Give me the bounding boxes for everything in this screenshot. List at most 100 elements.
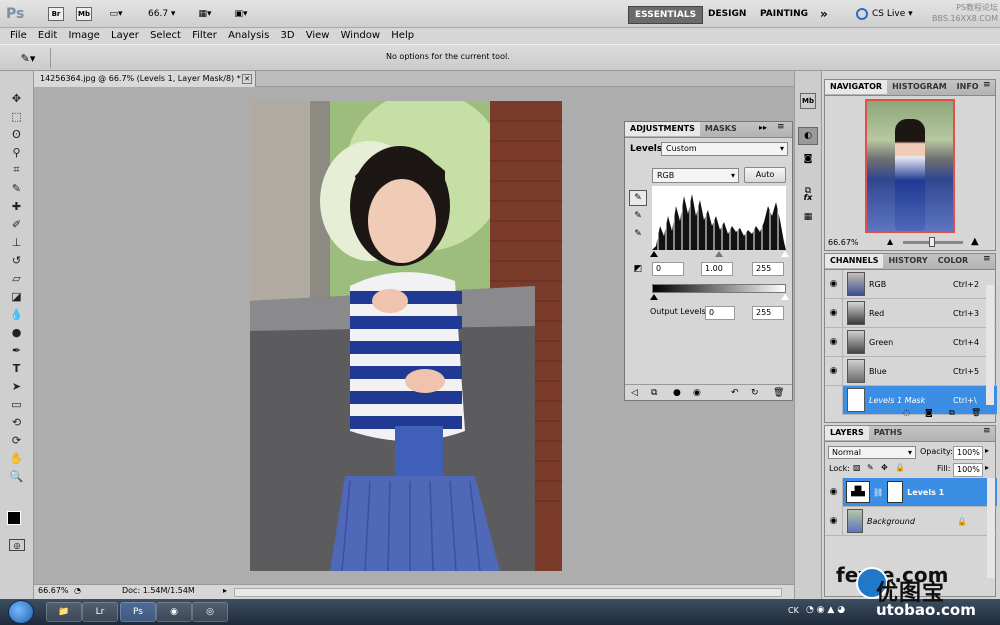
- tray-language[interactable]: CK: [788, 606, 799, 615]
- close-icon[interactable]: ✕: [242, 74, 252, 84]
- output-white-field[interactable]: 255: [752, 306, 784, 320]
- clipping-warning-icon[interactable]: ◩: [629, 262, 647, 276]
- channel-row[interactable]: ◉ RGB Ctrl+2: [825, 269, 997, 299]
- lock-position-icon[interactable]: ✥: [881, 463, 888, 472]
- taskbar-explorer-button[interactable]: 📁: [46, 602, 82, 622]
- tab-history[interactable]: HISTORY: [883, 254, 932, 268]
- eraser-tool-icon[interactable]: ▱: [4, 269, 30, 287]
- effects-panel-icon[interactable]: fx: [800, 189, 816, 205]
- workspace-essentials-button[interactable]: ESSENTIALS: [628, 6, 704, 24]
- collapse-icon[interactable]: ▸▸: [759, 123, 767, 132]
- start-button[interactable]: [8, 600, 34, 624]
- lock-all-icon[interactable]: 🔒: [895, 463, 905, 472]
- navigator-zoom-slider-handle[interactable]: [929, 237, 935, 247]
- taskbar-app-button[interactable]: ◉: [156, 602, 192, 622]
- document-tab[interactable]: 14256364.jpg @ 66.7% (Levels 1, Layer Ma…: [34, 71, 256, 87]
- minibridge-panel-icon[interactable]: Mb: [800, 93, 816, 109]
- 3d-orbit-tool-icon[interactable]: ⟳: [4, 431, 30, 449]
- status-menu-arrow-icon[interactable]: ▸: [223, 586, 227, 595]
- document-image[interactable]: [250, 101, 562, 571]
- tab-info[interactable]: INFO: [952, 80, 984, 94]
- quick-selection-tool-icon[interactable]: ⚲: [4, 143, 30, 161]
- taskbar-browser-button[interactable]: ◎: [192, 602, 228, 622]
- lasso-tool-icon[interactable]: ʘ: [4, 125, 30, 143]
- eyedropper-tool-icon[interactable]: ✎: [4, 179, 30, 197]
- more-workspaces-button[interactable]: »: [814, 6, 834, 22]
- black-point-eyedropper-icon[interactable]: ✎: [629, 190, 647, 206]
- visibility-icon[interactable]: ◉: [693, 385, 701, 401]
- tab-adjustments[interactable]: ADJUSTMENTS: [625, 122, 700, 136]
- zoom-out-icon[interactable]: ▲: [887, 237, 893, 246]
- menu-window[interactable]: Window: [337, 28, 384, 44]
- input-gamma-field[interactable]: 1.00: [701, 262, 733, 276]
- menu-3d[interactable]: 3D: [276, 28, 298, 44]
- hand-tool-icon[interactable]: ✋: [4, 449, 30, 467]
- workspace-painting-button[interactable]: PAINTING: [754, 6, 814, 22]
- swatches-panel-icon[interactable]: ▦: [800, 209, 816, 225]
- eye-icon[interactable]: ◉: [825, 477, 843, 507]
- channel-dropdown[interactable]: RGB ▾: [652, 168, 739, 183]
- panel-menu-icon[interactable]: ≡: [983, 254, 991, 264]
- preset-dropdown[interactable]: Custom ▾: [661, 142, 788, 156]
- reset-icon[interactable]: ↻: [751, 385, 759, 401]
- blend-mode-dropdown[interactable]: Normal ▾: [828, 446, 916, 459]
- input-gamma-slider[interactable]: [715, 251, 723, 257]
- output-black-field[interactable]: 0: [705, 306, 735, 320]
- channel-row[interactable]: ◉ Red Ctrl+3: [825, 298, 997, 328]
- chevron-right-icon[interactable]: ▸: [985, 463, 989, 472]
- trash-icon[interactable]: 🗑: [773, 385, 784, 401]
- status-zoom[interactable]: 66.67%: [38, 586, 69, 595]
- layer-row-selected[interactable]: ◉ ▟▙ ⛓ Levels 1: [825, 477, 997, 507]
- layers-scrollbar[interactable]: [987, 478, 995, 578]
- view-previous-icon[interactable]: ↶: [731, 385, 739, 401]
- white-point-eyedropper-icon[interactable]: ✎: [629, 226, 647, 242]
- lock-pixels-icon[interactable]: ✎: [867, 463, 874, 472]
- move-tool-icon[interactable]: ✥: [4, 89, 30, 107]
- zoom-level-dropdown[interactable]: 66.7 ▾: [148, 7, 182, 21]
- chevron-right-icon[interactable]: ▸: [985, 446, 989, 455]
- gray-point-eyedropper-icon[interactable]: ✎: [629, 208, 647, 224]
- eye-icon[interactable]: ◉: [825, 269, 843, 299]
- history-brush-tool-icon[interactable]: ↺: [4, 251, 30, 269]
- menu-help[interactable]: Help: [387, 28, 418, 44]
- eye-icon[interactable]: ◉: [825, 356, 843, 386]
- lock-transparent-icon[interactable]: ▨: [853, 463, 861, 472]
- auto-button[interactable]: Auto: [744, 167, 786, 183]
- path-selection-tool-icon[interactable]: ➤: [4, 377, 30, 395]
- expanded-view-icon[interactable]: ⧉: [651, 385, 657, 401]
- trash-icon[interactable]: 🗑: [971, 408, 981, 417]
- eyedropper-preset-icon[interactable]: ✎▾: [14, 50, 42, 66]
- dodge-tool-icon[interactable]: ●: [4, 323, 30, 341]
- menu-file[interactable]: File: [6, 28, 31, 44]
- cs-live-button[interactable]: CS Live ▾: [872, 6, 913, 22]
- output-white-slider[interactable]: [781, 294, 789, 300]
- tab-color[interactable]: COLOR: [933, 254, 973, 268]
- 3d-rotate-tool-icon[interactable]: ⟲: [4, 413, 30, 431]
- navigator-thumbnail[interactable]: [865, 99, 955, 233]
- zoom-in-icon[interactable]: ▲: [971, 236, 979, 247]
- panel-menu-icon[interactable]: ≡: [983, 426, 991, 436]
- tab-channels[interactable]: CHANNELS: [825, 254, 884, 268]
- adjustments-panel-icon[interactable]: ◐: [798, 127, 818, 145]
- horizontal-scrollbar[interactable]: [234, 588, 782, 597]
- marquee-tool-icon[interactable]: ⬚: [4, 107, 30, 125]
- screen-mode-icon[interactable]: ▣▾: [229, 7, 253, 21]
- tab-histogram[interactable]: HISTOGRAM: [887, 80, 952, 94]
- menu-analysis[interactable]: Analysis: [224, 28, 273, 44]
- crop-tool-icon[interactable]: ⌗: [4, 161, 30, 179]
- eye-icon[interactable]: ◉: [825, 298, 843, 328]
- menu-select[interactable]: Select: [146, 28, 185, 44]
- layer-row[interactable]: ◉ Background 🔒: [825, 506, 997, 536]
- workspace-design-button[interactable]: DESIGN: [702, 6, 752, 22]
- blur-tool-icon[interactable]: 💧: [4, 305, 30, 323]
- fill-field[interactable]: 100%: [953, 463, 983, 477]
- channels-scrollbar[interactable]: [986, 285, 994, 405]
- view-extras-icon[interactable]: ▭▾: [104, 7, 128, 21]
- shape-tool-icon[interactable]: ▭: [4, 395, 30, 413]
- status-info-icon[interactable]: ◔: [74, 586, 81, 595]
- input-black-field[interactable]: 0: [652, 262, 684, 276]
- new-channel-icon[interactable]: ⧉: [949, 408, 955, 418]
- pen-tool-icon[interactable]: ✒: [4, 341, 30, 359]
- navigator-zoom-value[interactable]: 66.67%: [828, 238, 859, 247]
- eye-icon[interactable]: ◉: [825, 327, 843, 357]
